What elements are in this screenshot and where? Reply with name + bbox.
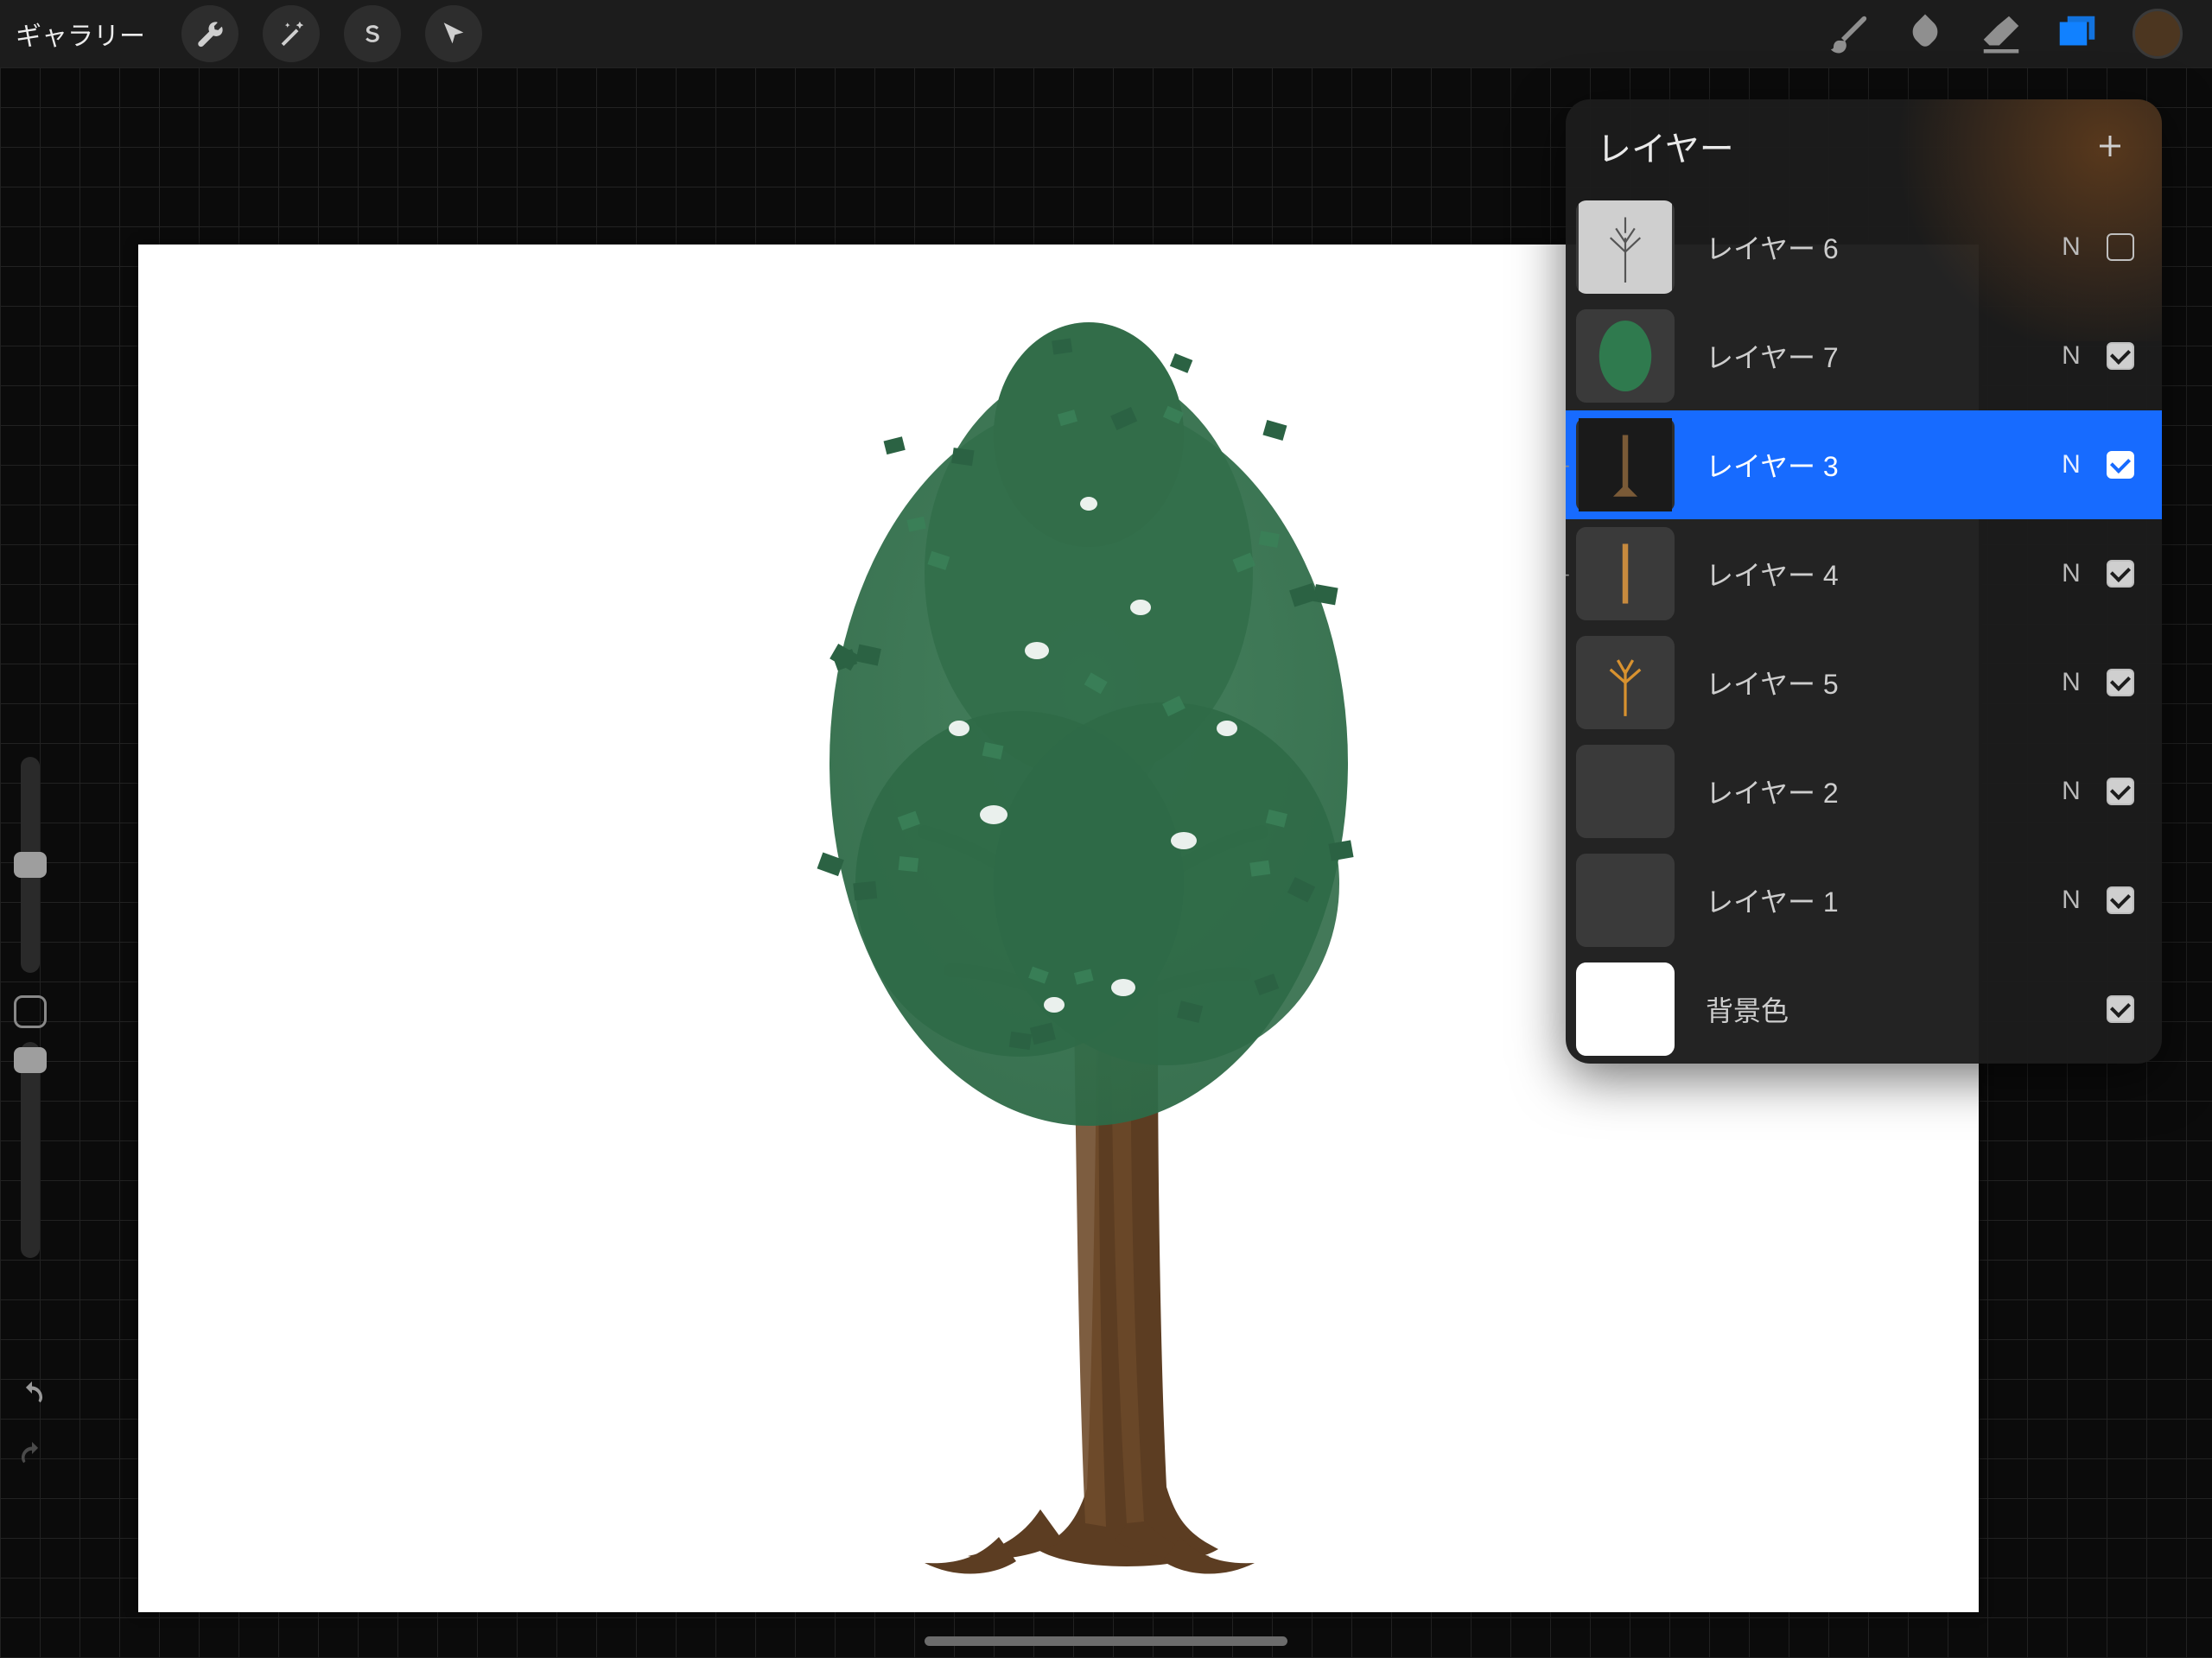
layer-name-label: レイヤー 2 [1706, 772, 2051, 811]
layer-thumbnail[interactable] [1576, 636, 1675, 729]
layer-name-label: レイヤー 7 [1706, 336, 2051, 376]
layer-blend-mode[interactable]: N [2051, 559, 2091, 588]
layer-thumbnail[interactable] [1576, 854, 1675, 947]
layers-icon [2054, 10, 2101, 57]
layer-row[interactable]: レイヤー 6N [1566, 193, 2162, 302]
layer-visibility-checkbox[interactable] [2107, 778, 2134, 805]
actions-button[interactable] [181, 5, 238, 62]
gallery-button[interactable]: ギャラリー [16, 15, 145, 53]
undo-button[interactable] [17, 1379, 47, 1413]
layer-row[interactable]: ⌐ レイヤー 4N [1566, 519, 2162, 628]
layer-row[interactable]: レイヤー 2N [1566, 737, 2162, 846]
layer-visibility-checkbox[interactable] [2107, 233, 2134, 261]
selection-button[interactable] [344, 5, 401, 62]
layer-row[interactable]: ⌐ レイヤー 3N [1566, 410, 2162, 519]
smudge-icon [1902, 10, 1948, 57]
layer-visibility-checkbox[interactable] [2107, 560, 2134, 588]
layer-thumbnail[interactable] [1576, 745, 1675, 838]
undo-icon [17, 1379, 47, 1408]
layer-blend-mode[interactable]: N [2051, 886, 2091, 915]
brush-icon [1826, 10, 1872, 57]
layer-name-label: レイヤー 3 [1706, 445, 2051, 485]
smudge-tool-button[interactable] [1887, 0, 1963, 67]
layer-name-label: 背景色 [1706, 989, 2051, 1029]
layer-blend-mode[interactable]: N [2051, 450, 2091, 480]
layer-blend-mode[interactable]: N [2051, 341, 2091, 371]
layer-name-label: レイヤー 4 [1706, 554, 2051, 594]
color-swatch-button[interactable] [2133, 9, 2183, 59]
side-controls [9, 757, 50, 1526]
brush-size-handle[interactable] [14, 852, 47, 878]
layer-row[interactable]: レイヤー 7N [1566, 302, 2162, 410]
layer-blend-mode[interactable]: N [2051, 777, 2091, 806]
selection-s-icon [358, 19, 387, 48]
top-toolbar: ギャラリー [0, 0, 2212, 67]
layer-thumbnail[interactable] [1576, 309, 1675, 403]
redo-icon [17, 1439, 47, 1469]
add-layer-button[interactable] [2089, 125, 2131, 167]
eraser-tool-button[interactable] [1963, 0, 2039, 67]
layer-thumbnail[interactable] [1576, 418, 1675, 511]
layer-blend-mode[interactable]: N [2051, 668, 2091, 697]
opacity-slider[interactable] [21, 1042, 40, 1258]
clipping-indicator-icon: ⌐ [1566, 455, 1578, 474]
arrow-cursor-icon [439, 19, 468, 48]
brush-size-slider[interactable] [21, 757, 40, 973]
layer-visibility-checkbox[interactable] [2107, 886, 2134, 914]
brush-tool-button[interactable] [1811, 0, 1887, 67]
layers-panel-header: レイヤー [1566, 99, 2162, 193]
layers-tool-button[interactable] [2039, 0, 2115, 67]
clipping-indicator-icon: ⌐ [1566, 564, 1578, 583]
layer-visibility-checkbox[interactable] [2107, 995, 2134, 1023]
adjustments-button[interactable] [263, 5, 320, 62]
redo-button[interactable] [17, 1439, 47, 1473]
layer-row[interactable]: レイヤー 1N [1566, 846, 2162, 955]
layers-panel-title: レイヤー [1597, 121, 1734, 171]
eraser-icon [1978, 10, 2024, 57]
layer-visibility-checkbox[interactable] [2107, 451, 2134, 479]
layers-list: レイヤー 6Nレイヤー 7N⌐レイヤー 3N⌐レイヤー 4Nレイヤー 5Nレイヤ… [1566, 193, 2162, 1064]
transform-button[interactable] [425, 5, 482, 62]
layer-thumbnail[interactable] [1576, 200, 1675, 294]
layer-visibility-checkbox[interactable] [2107, 342, 2134, 370]
modify-button[interactable] [14, 995, 47, 1028]
artwork-tree [778, 279, 1400, 1592]
layer-name-label: レイヤー 1 [1706, 880, 2051, 920]
layer-blend-mode[interactable]: N [2051, 232, 2091, 262]
layer-thumbnail[interactable] [1576, 527, 1675, 620]
wrench-icon [195, 19, 225, 48]
layer-row[interactable]: 背景色 [1566, 955, 2162, 1064]
home-indicator [925, 1636, 1287, 1646]
layer-name-label: レイヤー 6 [1706, 227, 2051, 267]
layer-name-label: レイヤー 5 [1706, 663, 2051, 702]
layer-row[interactable]: レイヤー 5N [1566, 628, 2162, 737]
plus-icon [2094, 130, 2126, 162]
layer-thumbnail[interactable] [1576, 962, 1675, 1056]
wand-icon [276, 19, 306, 48]
layer-visibility-checkbox[interactable] [2107, 669, 2134, 696]
layers-panel: レイヤー レイヤー 6Nレイヤー 7N⌐レイヤー 3N⌐レイヤー 4Nレイヤー … [1566, 99, 2162, 1064]
opacity-handle[interactable] [14, 1047, 47, 1073]
